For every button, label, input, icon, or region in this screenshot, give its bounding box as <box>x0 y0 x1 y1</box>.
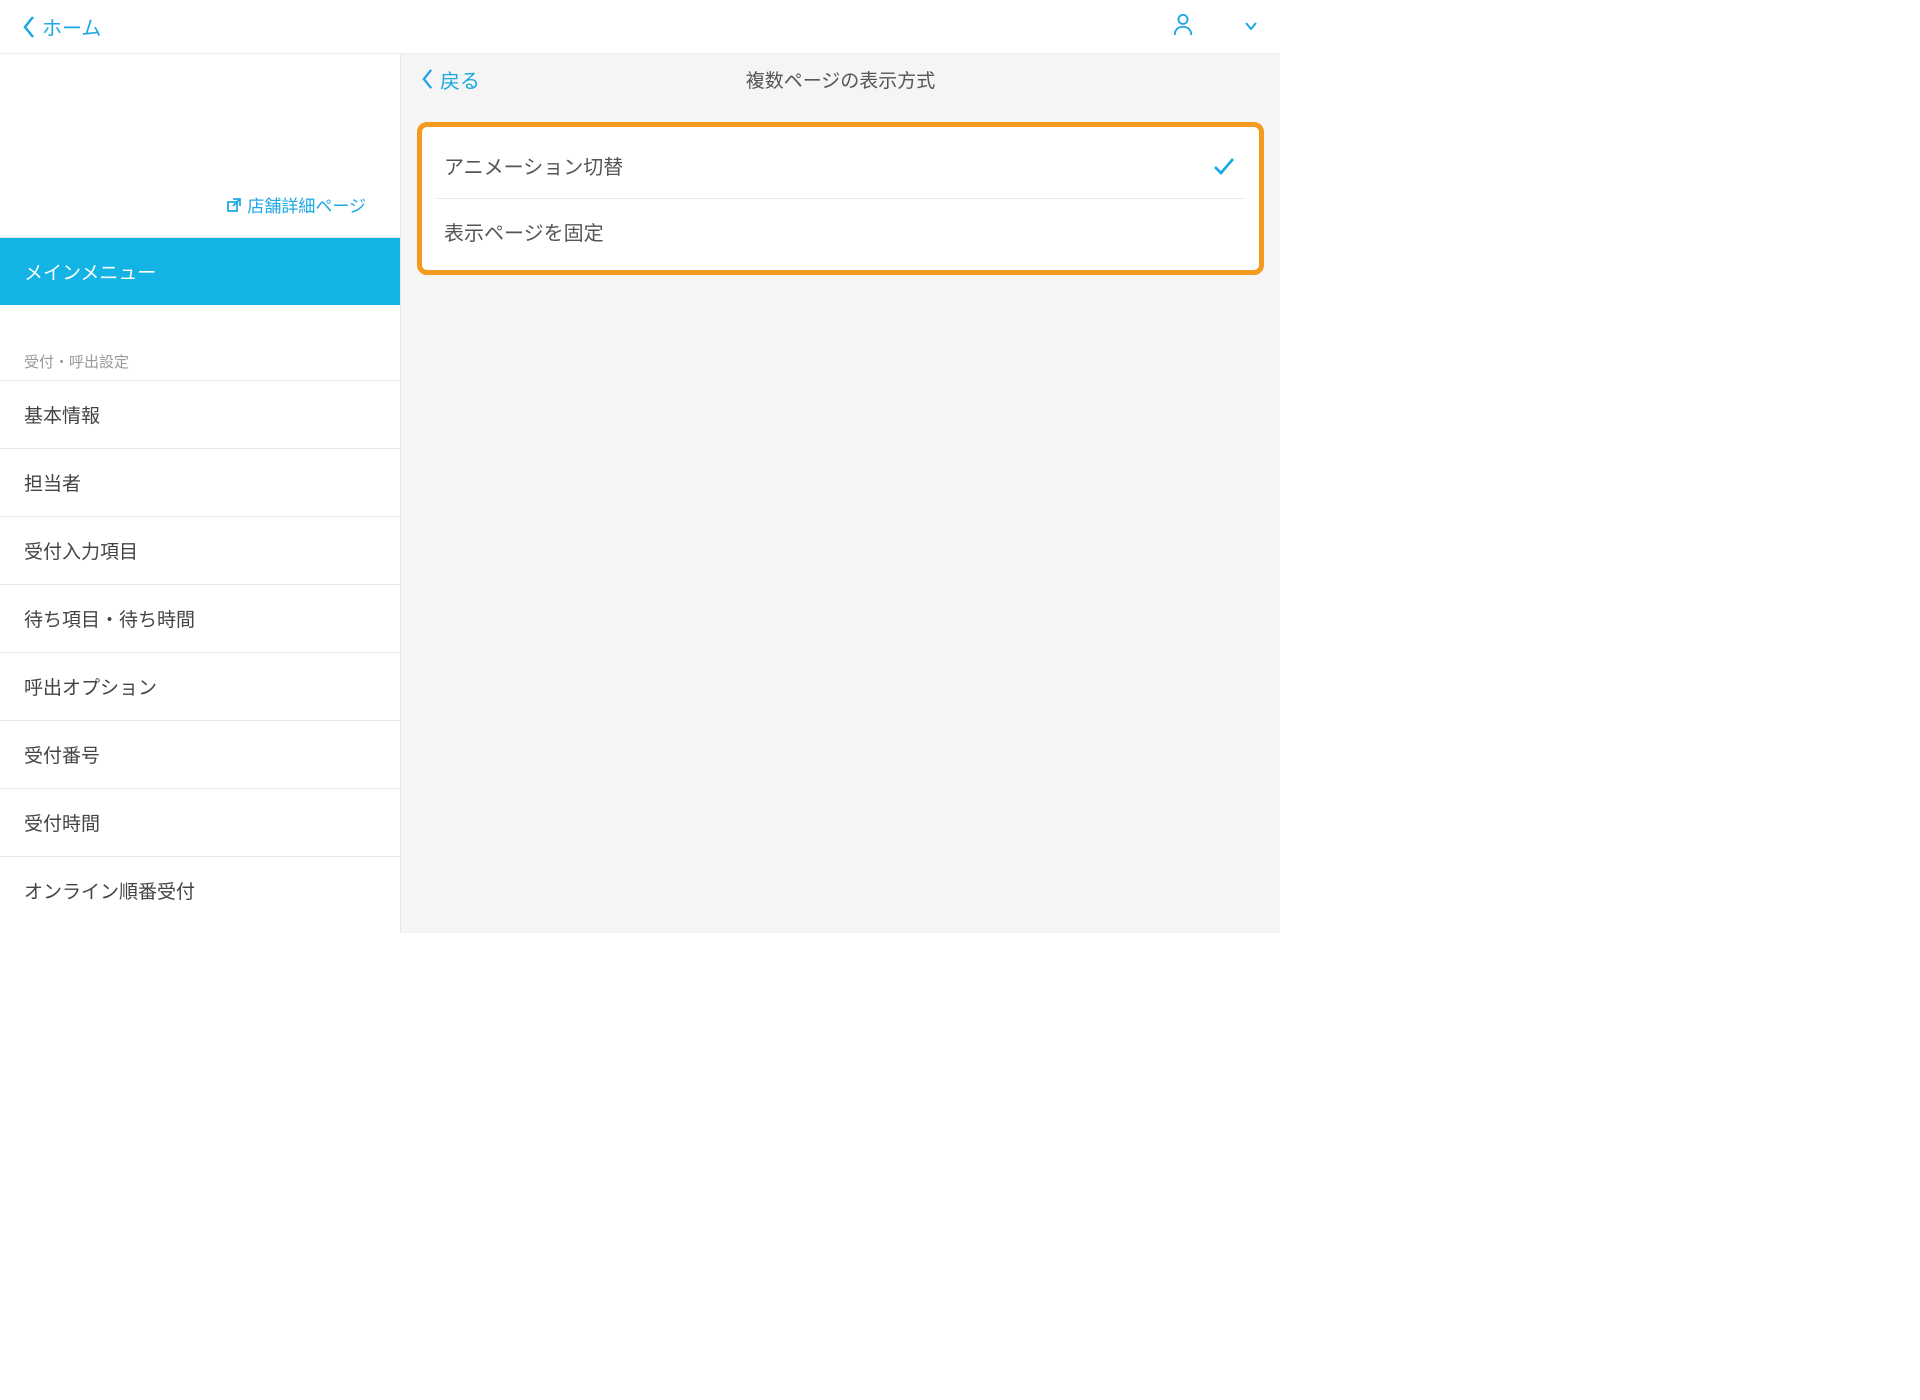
sidebar-item[interactable]: 呼出オプション <box>0 652 400 720</box>
home-label: ホーム <box>42 12 101 41</box>
display-mode-option[interactable]: 表示ページを固定 <box>436 199 1245 264</box>
topbar-dropdown-caret[interactable] <box>1244 18 1258 36</box>
sidebar: 店舗詳細ページ メインメニュー 受付・呼出設定 基本情報担当者受付入力項目待ち項… <box>0 54 401 933</box>
sidebar-items: 基本情報担当者受付入力項目待ち項目・待ち時間呼出オプション受付番号受付時間オンラ… <box>0 380 400 924</box>
chevron-left-icon <box>22 15 36 39</box>
back-label: 戻る <box>440 65 480 94</box>
chevron-left-icon <box>421 68 434 90</box>
sidebar-gap <box>0 305 400 351</box>
topbar: ホーム <box>0 0 1280 54</box>
store-detail-link[interactable]: 店舗詳細ページ <box>227 192 366 217</box>
user-icon <box>1172 12 1194 36</box>
display-mode-option[interactable]: アニメーション切替 <box>436 133 1245 199</box>
sidebar-main-menu-label: メインメニュー <box>24 263 156 284</box>
subheader: 戻る 複数ページの表示方式 <box>401 54 1280 104</box>
check-icon <box>1213 157 1235 175</box>
sidebar-section-label: 受付・呼出設定 <box>0 351 400 380</box>
option-label: アニメーション切替 <box>444 151 623 180</box>
sidebar-item[interactable]: 担当者 <box>0 448 400 516</box>
sidebar-item[interactable]: 待ち項目・待ち時間 <box>0 584 400 652</box>
page-title: 複数ページの表示方式 <box>401 66 1280 93</box>
layout: 店舗詳細ページ メインメニュー 受付・呼出設定 基本情報担当者受付入力項目待ち項… <box>0 54 1280 933</box>
option-label: 表示ページを固定 <box>444 217 604 246</box>
sidebar-item[interactable]: オンライン順番受付 <box>0 856 400 924</box>
home-nav-button[interactable]: ホーム <box>22 12 101 41</box>
store-detail-link-label: 店舗詳細ページ <box>247 192 366 217</box>
external-link-icon <box>227 198 241 212</box>
sidebar-item[interactable]: 受付番号 <box>0 720 400 788</box>
sidebar-main-menu[interactable]: メインメニュー <box>0 238 400 305</box>
topbar-right <box>1172 12 1258 41</box>
chevron-down-icon <box>1244 21 1258 31</box>
sidebar-item[interactable]: 受付時間 <box>0 788 400 856</box>
sidebar-item[interactable]: 受付入力項目 <box>0 516 400 584</box>
highlight-box: アニメーション切替表示ページを固定 <box>417 122 1264 275</box>
sidebar-header-area: 店舗詳細ページ <box>0 54 400 238</box>
sidebar-item[interactable]: 基本情報 <box>0 380 400 448</box>
options-list: アニメーション切替表示ページを固定 <box>436 133 1245 264</box>
content: アニメーション切替表示ページを固定 <box>401 104 1280 275</box>
main-panel: 戻る 複数ページの表示方式 アニメーション切替表示ページを固定 <box>401 54 1280 933</box>
user-menu-button[interactable] <box>1172 12 1194 41</box>
back-button[interactable]: 戻る <box>421 65 480 94</box>
